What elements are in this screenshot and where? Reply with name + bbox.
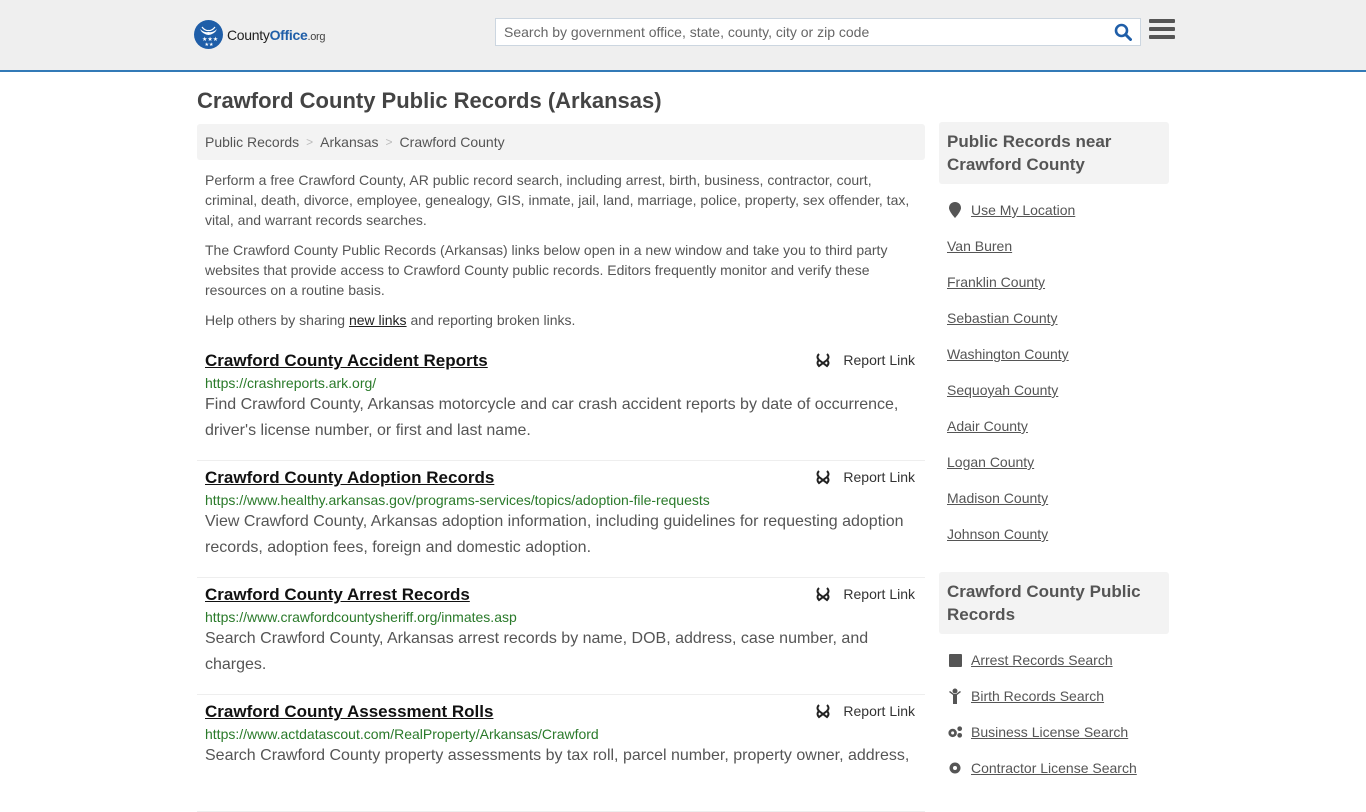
record-description: Search Crawford County, Arkansas arrest … (205, 630, 869, 673)
intro-paragraph-2: The Crawford County Public Records (Arka… (205, 242, 888, 298)
record-description: Find Crawford County, Arkansas motorcycl… (205, 396, 899, 439)
broken-link-icon (816, 587, 830, 602)
nearby-list: Use My Location Van Buren Franklin Count… (939, 184, 1169, 572)
breadcrumb-separator: > (385, 135, 393, 149)
square-icon (947, 653, 963, 667)
intro-paragraph-3: Help others by sharing new links and rep… (205, 312, 576, 328)
nearby-item: Sebastian County (947, 300, 1161, 336)
gear-icon (947, 761, 963, 775)
child-icon (947, 688, 963, 704)
broken-link-icon (816, 704, 830, 719)
report-link-button[interactable]: Report Link (815, 352, 915, 368)
record-description: View Crawford County, Arkansas adoption … (205, 513, 904, 556)
county-record-item: Arrest Records Search (947, 642, 1161, 678)
eagle-stars-badge-icon: ★★★ ★★ (194, 20, 223, 49)
contractor-license-search-link[interactable]: Contractor License Search (971, 760, 1137, 776)
nearby-link-madison-county[interactable]: Madison County (947, 490, 1048, 506)
record-item: Crawford County Accident Reports Report … (197, 344, 925, 461)
search-button[interactable] (1106, 19, 1140, 45)
record-item: Crawford County Assessment Rolls Report … (197, 695, 925, 812)
nearby-item: Sequoyah County (947, 372, 1161, 408)
nearby-link-sequoyah-county[interactable]: Sequoyah County (947, 382, 1058, 398)
record-url[interactable]: https://www.crawfordcountysheriff.org/in… (205, 609, 917, 625)
breadcrumb: Public Records > Arkansas > Crawford Cou… (197, 124, 925, 160)
arrest-records-search-link[interactable]: Arrest Records Search (971, 652, 1113, 668)
record-url[interactable]: https://www.healthy.arkansas.gov/program… (205, 492, 917, 508)
nearby-heading: Public Records near Crawford County (939, 122, 1169, 184)
birth-records-search-link[interactable]: Birth Records Search (971, 688, 1104, 704)
report-link-button[interactable]: Report Link (815, 586, 915, 602)
record-title-link[interactable]: Crawford County Assessment Rolls (205, 702, 493, 722)
hamburger-menu-icon[interactable] (1149, 19, 1175, 43)
site-logo[interactable]: ★★★ ★★ CountyOffice.org (194, 20, 326, 49)
record-item: Crawford County Arrest Records Report Li… (197, 578, 925, 695)
breadcrumb-separator: > (306, 135, 314, 149)
broken-link-icon (816, 353, 830, 368)
nearby-link-sebastian-county[interactable]: Sebastian County (947, 310, 1058, 326)
gears-icon (947, 725, 963, 739)
nearby-link-washington-county[interactable]: Washington County (947, 346, 1069, 362)
nearby-item: Adair County (947, 408, 1161, 444)
report-link-button[interactable]: Report Link (815, 469, 915, 485)
county-record-item: Business License Search (947, 714, 1161, 750)
nearby-item: Madison County (947, 480, 1161, 516)
page-title: Crawford County Public Records (Arkansas… (197, 88, 662, 113)
new-links-link[interactable]: new links (349, 312, 407, 328)
county-records-list: Arrest Records Search Birth Records Sear… (939, 634, 1169, 806)
sidebar: Public Records near Crawford County Use … (939, 122, 1169, 806)
nearby-link-adair-county[interactable]: Adair County (947, 418, 1028, 434)
breadcrumb-public-records[interactable]: Public Records (205, 134, 299, 150)
top-bar: ★★★ ★★ CountyOffice.org (0, 0, 1366, 72)
county-records-heading: Crawford County Public Records (939, 572, 1169, 634)
record-title-link[interactable]: Crawford County Adoption Records (205, 468, 494, 488)
map-marker-icon (947, 202, 963, 218)
breadcrumb-crawford-county[interactable]: Crawford County (400, 134, 505, 150)
nearby-item: Johnson County (947, 516, 1161, 552)
nearby-item: Washington County (947, 336, 1161, 372)
nearby-link-johnson-county[interactable]: Johnson County (947, 526, 1048, 542)
record-title-link[interactable]: Crawford County Arrest Records (205, 585, 470, 605)
record-item: Crawford County Adoption Records Report … (197, 461, 925, 578)
county-record-item: Birth Records Search (947, 678, 1161, 714)
search-input[interactable] (496, 19, 1106, 45)
nearby-item: Franklin County (947, 264, 1161, 300)
nearby-item: Logan County (947, 444, 1161, 480)
record-title-link[interactable]: Crawford County Accident Reports (205, 351, 488, 371)
records-list: Crawford County Accident Reports Report … (197, 344, 925, 812)
breadcrumb-arkansas[interactable]: Arkansas (320, 134, 378, 150)
use-my-location-link[interactable]: Use My Location (971, 202, 1075, 218)
record-url[interactable]: https://crashreports.ark.org/ (205, 375, 917, 391)
nearby-link-van-buren[interactable]: Van Buren (947, 238, 1012, 254)
nearby-link-franklin-county[interactable]: Franklin County (947, 274, 1045, 290)
nearby-item: Van Buren (947, 228, 1161, 264)
search-icon (1114, 23, 1132, 41)
svg-text:★★: ★★ (205, 42, 214, 48)
county-record-item: Contractor License Search (947, 750, 1161, 786)
search-box (495, 18, 1141, 46)
intro-text: Perform a free Crawford County, AR publi… (205, 170, 917, 340)
broken-link-icon (816, 470, 830, 485)
intro-paragraph-1: Perform a free Crawford County, AR publi… (205, 172, 910, 228)
business-license-search-link[interactable]: Business License Search (971, 724, 1128, 740)
report-link-button[interactable]: Report Link (815, 703, 915, 719)
use-my-location-item: Use My Location (947, 192, 1161, 228)
logo-text: CountyOffice.org (227, 26, 326, 43)
record-description: Search Crawford County property assessme… (205, 747, 910, 764)
record-url[interactable]: https://www.actdatascout.com/RealPropert… (205, 726, 917, 742)
nearby-link-logan-county[interactable]: Logan County (947, 454, 1034, 470)
